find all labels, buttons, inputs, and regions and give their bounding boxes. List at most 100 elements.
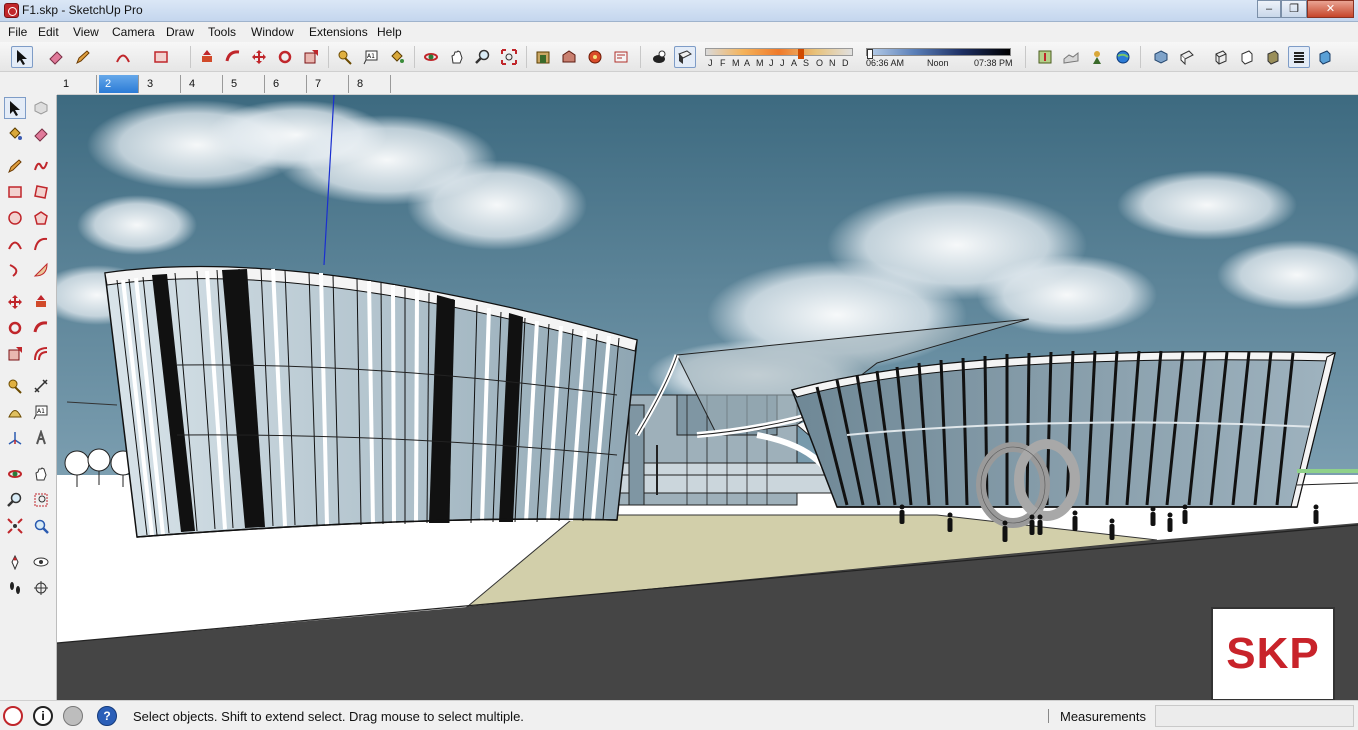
- rotate-tool[interactable]: [4, 317, 26, 339]
- extension-warehouse-button[interactable]: [584, 46, 606, 68]
- orbit-tool[interactable]: [4, 463, 26, 485]
- text-tool-button[interactable]: A1: [360, 46, 382, 68]
- pencil-tool-button[interactable]: [72, 46, 94, 68]
- menu-extensions[interactable]: Extensions: [309, 25, 368, 39]
- two-point-arc-tool[interactable]: [30, 233, 52, 255]
- pie-tool[interactable]: [30, 259, 52, 281]
- paint-bucket-tool-button[interactable]: [386, 46, 408, 68]
- layout-button[interactable]: [610, 46, 632, 68]
- geo-location-button[interactable]: [1034, 46, 1056, 68]
- offset-tool[interactable]: [30, 343, 52, 365]
- follow-me-tool[interactable]: [30, 317, 52, 339]
- arc-tool[interactable]: [4, 233, 26, 255]
- display-fog-button[interactable]: [674, 46, 696, 68]
- eraser-tool-button[interactable]: [45, 46, 67, 68]
- sign-in-user-icon[interactable]: [63, 706, 83, 726]
- walk-tool[interactable]: [4, 577, 26, 599]
- 3d-text-tool[interactable]: [30, 427, 52, 449]
- rectangle-tool[interactable]: [4, 181, 26, 203]
- measurements-input[interactable]: [1155, 705, 1354, 727]
- scene-tab-4[interactable]: 4: [183, 75, 223, 93]
- scene-tab-6[interactable]: 6: [267, 75, 307, 93]
- sandbox-button[interactable]: [1060, 46, 1082, 68]
- dimension-tool[interactable]: [30, 375, 52, 397]
- zoom-window-tool[interactable]: [30, 489, 52, 511]
- scene-tab-1[interactable]: 1: [57, 75, 97, 93]
- menu-file[interactable]: File: [8, 25, 27, 39]
- close-button[interactable]: ✕: [1307, 0, 1354, 18]
- scene-tab-5[interactable]: 5: [225, 75, 265, 93]
- pan-tool-button[interactable]: [446, 46, 468, 68]
- three-point-arc-tool[interactable]: [4, 259, 26, 281]
- shadow-time-slider[interactable]: 06:36 AM Noon 07:38 PM: [866, 47, 1016, 73]
- top-view-button[interactable]: [1176, 46, 1198, 68]
- rotated-rectangle-tool[interactable]: [30, 181, 52, 203]
- line-tool[interactable]: [4, 155, 26, 177]
- model-viewport[interactable]: SKP: [57, 95, 1358, 700]
- arc-tool-button[interactable]: [112, 46, 134, 68]
- scene-tab-8[interactable]: 8: [351, 75, 391, 93]
- freehand-tool[interactable]: [30, 155, 52, 177]
- scene-tab-7[interactable]: 7: [309, 75, 349, 93]
- style-xray-button[interactable]: [1210, 46, 1232, 68]
- look-around-tool[interactable]: [30, 551, 52, 573]
- circle-tool[interactable]: [4, 207, 26, 229]
- follow-me-tool-button[interactable]: [222, 46, 244, 68]
- share-model-button[interactable]: [558, 46, 580, 68]
- instructor-help-icon[interactable]: ?: [97, 706, 117, 726]
- polygon-tool[interactable]: [30, 207, 52, 229]
- tape-measure-tool-button[interactable]: [334, 46, 356, 68]
- menu-draw[interactable]: Draw: [166, 25, 194, 39]
- zoom-extents-tool[interactable]: [4, 515, 26, 537]
- warehouse-button[interactable]: [532, 46, 554, 68]
- push-pull-tool[interactable]: [30, 291, 52, 313]
- menu-help[interactable]: Help: [377, 25, 402, 39]
- select-tool-button[interactable]: [11, 46, 33, 68]
- iso-view-button[interactable]: [1150, 46, 1172, 68]
- menu-tools[interactable]: Tools: [208, 25, 236, 39]
- credits-info-icon[interactable]: i: [33, 706, 53, 726]
- pan-tool[interactable]: [30, 463, 52, 485]
- zoom-tool[interactable]: [4, 489, 26, 511]
- style-wireframe-button[interactable]: [1236, 46, 1258, 68]
- menu-view[interactable]: View: [73, 25, 99, 39]
- add-location-button[interactable]: [1112, 46, 1134, 68]
- previous-view-tool[interactable]: [30, 515, 52, 537]
- pan-icon: [451, 50, 463, 64]
- shadow-month-slider[interactable]: J F M A M J J A S O N D: [705, 47, 855, 73]
- make-component-tool[interactable]: [30, 97, 52, 119]
- text-tool[interactable]: A1: [30, 401, 52, 423]
- scale-tool-button[interactable]: [300, 46, 322, 68]
- menu-window[interactable]: Window: [251, 25, 294, 39]
- zoom-extents-tool-button[interactable]: [498, 46, 520, 68]
- rectangle-tool-button[interactable]: [150, 46, 172, 68]
- paint-bucket-tool[interactable]: [4, 123, 26, 145]
- zoom-tool-button[interactable]: [472, 46, 494, 68]
- menu-edit[interactable]: Edit: [38, 25, 59, 39]
- large-tool-set: A1: [0, 95, 57, 700]
- eraser-tool[interactable]: [30, 123, 52, 145]
- menu-camera[interactable]: Camera: [112, 25, 155, 39]
- minimize-button[interactable]: –: [1257, 0, 1281, 18]
- style-shaded-button[interactable]: [1262, 46, 1284, 68]
- style-textured-button[interactable]: [1314, 46, 1336, 68]
- push-pull-tool-button[interactable]: [196, 46, 218, 68]
- photo-textures-button[interactable]: [1086, 46, 1108, 68]
- style-monochrome-button[interactable]: [1288, 46, 1310, 68]
- restore-button[interactable]: ❐: [1281, 0, 1307, 18]
- scene-tab-2[interactable]: 2: [99, 75, 139, 93]
- protractor-tool[interactable]: [4, 401, 26, 423]
- rotate-tool-button[interactable]: [274, 46, 296, 68]
- axes-tool[interactable]: [4, 427, 26, 449]
- orbit-tool-button[interactable]: [420, 46, 442, 68]
- move-tool[interactable]: [4, 291, 26, 313]
- tape-measure-tool[interactable]: [4, 375, 26, 397]
- section-plane-tool[interactable]: [30, 577, 52, 599]
- display-shadows-button[interactable]: [648, 46, 670, 68]
- geo-location-status-icon[interactable]: [3, 706, 23, 726]
- scale-tool[interactable]: [4, 343, 26, 365]
- scene-tab-3[interactable]: 3: [141, 75, 181, 93]
- position-camera-tool[interactable]: [4, 551, 26, 573]
- select-tool[interactable]: [4, 97, 26, 119]
- move-tool-button[interactable]: [248, 46, 270, 68]
